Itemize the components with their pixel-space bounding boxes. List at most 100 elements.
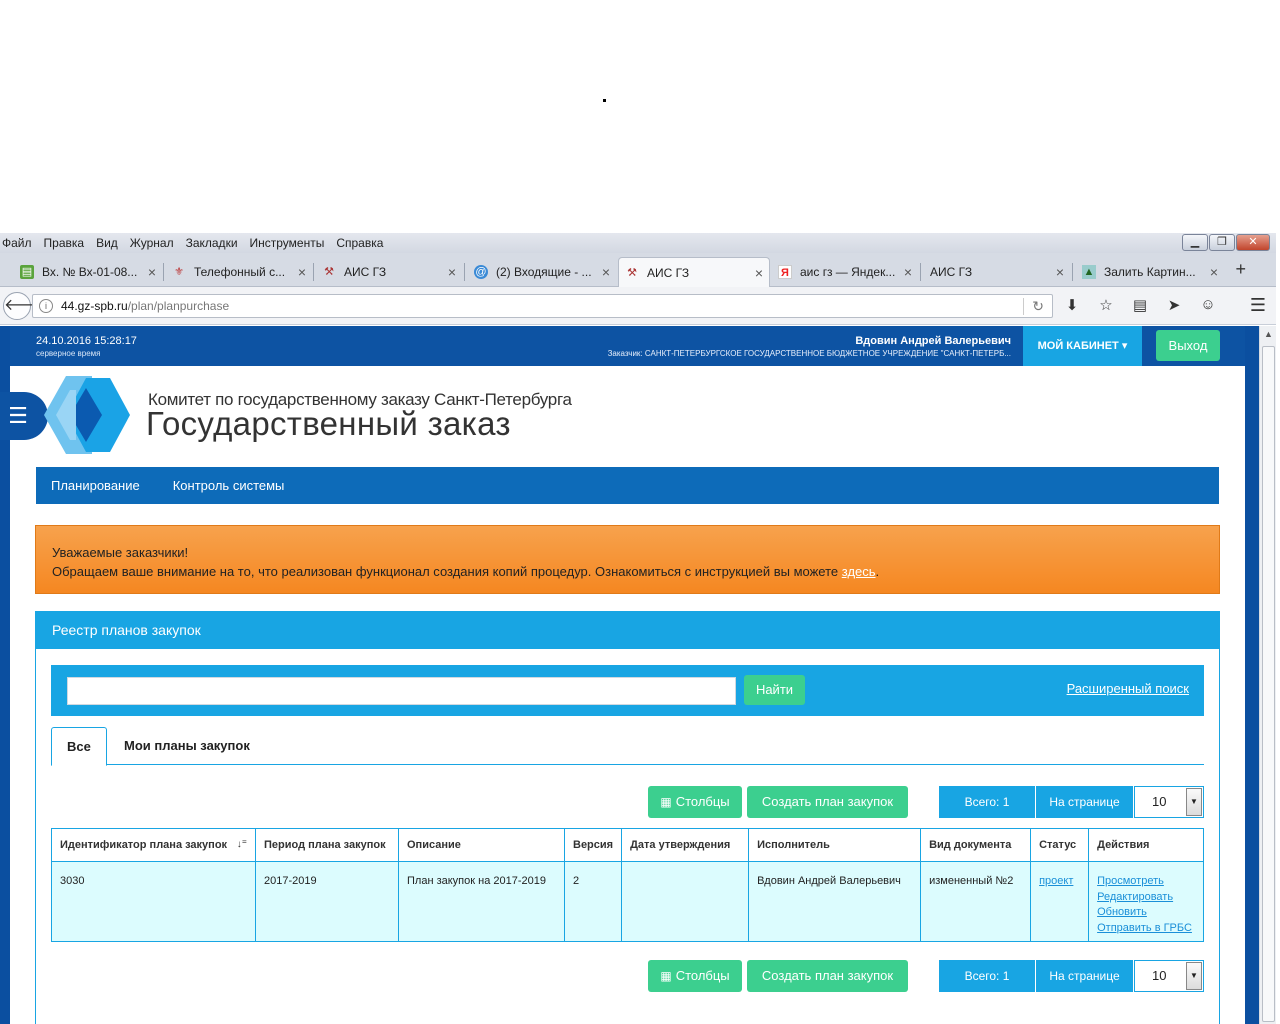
reading-list-icon[interactable]: ▤ (1130, 296, 1150, 314)
menu-file[interactable]: Файл (2, 236, 32, 250)
col-header-description[interactable]: Описание (398, 828, 565, 862)
scroll-up-icon[interactable]: ▲ (1260, 326, 1277, 343)
close-tab-icon[interactable]: × (602, 264, 610, 280)
col-header-version[interactable]: Версия (563, 828, 623, 862)
col-header-id[interactable]: Идентификатор плана закупок ↓⁼ (51, 828, 256, 862)
browser-tab-2[interactable]: ⚜ Телефонный с... × (166, 257, 312, 286)
minimize-button[interactable]: ▁ (1182, 234, 1208, 251)
browser-tab-5-active[interactable]: ⚒ АИС ГЗ × (618, 257, 770, 287)
view-link[interactable]: Просмотреть (1097, 874, 1195, 890)
advanced-search-link[interactable]: Расширенный поиск (1067, 681, 1189, 696)
search-bar: Найти Расширенный поиск (51, 665, 1204, 716)
back-arrow-icon[interactable]: 🡐 (3, 292, 47, 320)
alert-greeting: Уважаемые заказчики! (52, 545, 189, 560)
close-tab-icon[interactable]: × (904, 264, 912, 280)
find-button[interactable]: Найти (744, 675, 805, 705)
browser-tab-3[interactable]: ⚒ АИС ГЗ × (316, 257, 462, 286)
bottom-controls: ▦ Столбцы Создать план закупок Всего: 1 Н… (36, 960, 1221, 992)
col-header-doc-type[interactable]: Вид документа (920, 828, 1032, 862)
cell-actions: Просмотреть Редактировать Обновить Отпра… (1088, 861, 1204, 942)
browser-tab-1[interactable]: ▤ Вх. № Вх-01-08... × (14, 257, 162, 286)
browser-tab-6[interactable]: Я аис гз — Яндек... × (772, 257, 918, 286)
cabinet-label: МОЙ КАБИНЕТ (1037, 340, 1119, 352)
browser-tab-8[interactable]: ▲ Залить Картин... × (1076, 257, 1224, 286)
close-tab-icon[interactable]: × (755, 265, 763, 281)
download-icon[interactable]: ⬇ (1062, 296, 1082, 314)
vertical-scrollbar[interactable]: ▲ (1259, 326, 1276, 1024)
server-time-label: серверное время (36, 349, 101, 358)
cell-executor: Вдовин Андрей Валерьевич (748, 861, 922, 942)
info-icon[interactable]: i (39, 299, 53, 313)
chat-icon[interactable]: ☺ (1198, 296, 1218, 314)
close-tab-icon[interactable]: × (1210, 264, 1218, 280)
nav-system-control[interactable]: Контроль системы (173, 478, 285, 493)
user-name: Вдовин Андрей Валерьевич (855, 335, 1011, 347)
edit-link[interactable]: Редактировать (1097, 890, 1195, 906)
tab-label: Телефонный с... (194, 264, 286, 279)
close-window-button[interactable]: ✕ (1236, 234, 1270, 251)
url-path: /plan/planpurchase (127, 299, 230, 313)
per-page-select-bottom[interactable]: 10 ▼ (1134, 960, 1204, 992)
menu-bookmarks[interactable]: Закладки (186, 236, 238, 250)
cell-status: проект (1030, 861, 1090, 942)
doc-icon: ▤ (20, 264, 34, 279)
refresh-link[interactable]: Обновить (1097, 905, 1195, 921)
menu-help[interactable]: Справка (336, 236, 383, 250)
columns-button[interactable]: ▦ Столбцы (648, 786, 742, 818)
columns-button-bottom[interactable]: ▦ Столбцы (648, 960, 742, 992)
col-header-executor[interactable]: Исполнитель (748, 828, 922, 862)
scroll-thumb[interactable] (1262, 346, 1275, 1022)
my-cabinet-button[interactable]: МОЙ КАБИНЕТ ▾ (1023, 326, 1142, 366)
cell-doc-type: измененный №2 (920, 861, 1032, 942)
gavel-icon: ⚒ (627, 266, 637, 279)
nav-planning[interactable]: Планирование (51, 478, 140, 493)
close-tab-icon[interactable]: × (298, 264, 306, 280)
menu-tools[interactable]: Инструменты (250, 236, 325, 250)
dropdown-arrow-icon[interactable]: ▼ (1186, 788, 1202, 816)
create-plan-button-bottom[interactable]: Создать план закупок (747, 960, 908, 992)
browser-tab-bar: ▤ Вх. № Вх-01-08... × ⚜ Телефонный с... … (0, 253, 1276, 287)
notice-alert: Уважаемые заказчики! Обращаем ваше внима… (35, 525, 1220, 594)
maximize-button[interactable]: ❐ (1209, 234, 1235, 251)
col-header-period[interactable]: Период плана закупок (255, 828, 399, 862)
tab-label: Вх. № Вх-01-08... (42, 264, 138, 279)
browser-tab-7[interactable]: АИС ГЗ × (924, 257, 1070, 286)
close-tab-icon[interactable]: × (148, 264, 156, 280)
page-right-edge (1245, 326, 1259, 1024)
browser-menu-icon[interactable]: ☰ (1250, 295, 1266, 316)
tab-separator (464, 263, 465, 281)
create-plan-button[interactable]: Создать план закупок (747, 786, 908, 818)
sort-icon[interactable]: ↓⁼ (237, 839, 247, 850)
logout-button[interactable]: Выход (1156, 330, 1220, 361)
new-tab-icon[interactable]: + (1235, 259, 1246, 280)
url-bar[interactable]: i 44.gz-spb.ru/plan/planpurchase ↻ (32, 294, 1053, 318)
plans-table: Идентификатор плана закупок ↓⁼ Период пла… (51, 828, 1204, 942)
tab-my-plans[interactable]: Мои планы закупок (109, 727, 265, 766)
cell-version: 2 (563, 861, 623, 942)
col-header-status[interactable]: Статус (1030, 828, 1090, 862)
status-link[interactable]: проект (1039, 875, 1073, 887)
reload-icon[interactable]: ↻ (1023, 298, 1044, 315)
col-header-approved[interactable]: Дата утверждения (621, 828, 750, 862)
bookmark-star-icon[interactable]: ☆ (1096, 296, 1116, 314)
close-tab-icon[interactable]: × (448, 264, 456, 280)
alert-text: Обращаем ваше внимание на то, что реализ… (52, 564, 839, 579)
browser-tab-4[interactable]: @ (2) Входящие - ... × (468, 257, 616, 286)
send-to-grbs-link[interactable]: Отправить в ГРБС (1097, 921, 1195, 937)
tab-all[interactable]: Все (51, 727, 107, 766)
menu-edit[interactable]: Правка (44, 236, 85, 250)
search-input[interactable] (67, 677, 736, 705)
mail-icon: @ (474, 264, 488, 279)
columns-label: Столбцы (675, 968, 730, 983)
total-count-bottom: Всего: 1 (939, 960, 1035, 992)
close-tab-icon[interactable]: × (1056, 264, 1064, 280)
menu-history[interactable]: Журнал (130, 236, 174, 250)
url-host: 44.gz-spb.ru (61, 299, 128, 313)
registry-title: Реестр планов закупок (36, 612, 1219, 649)
per-page-select[interactable]: 10 ▼ (1134, 786, 1204, 818)
dropdown-arrow-icon[interactable]: ▼ (1186, 962, 1202, 990)
send-icon[interactable]: ➤ (1164, 296, 1184, 314)
menu-view[interactable]: Вид (96, 236, 118, 250)
alert-here-link[interactable]: здесь (842, 564, 876, 579)
per-page-label-bottom: На странице (1036, 960, 1133, 992)
